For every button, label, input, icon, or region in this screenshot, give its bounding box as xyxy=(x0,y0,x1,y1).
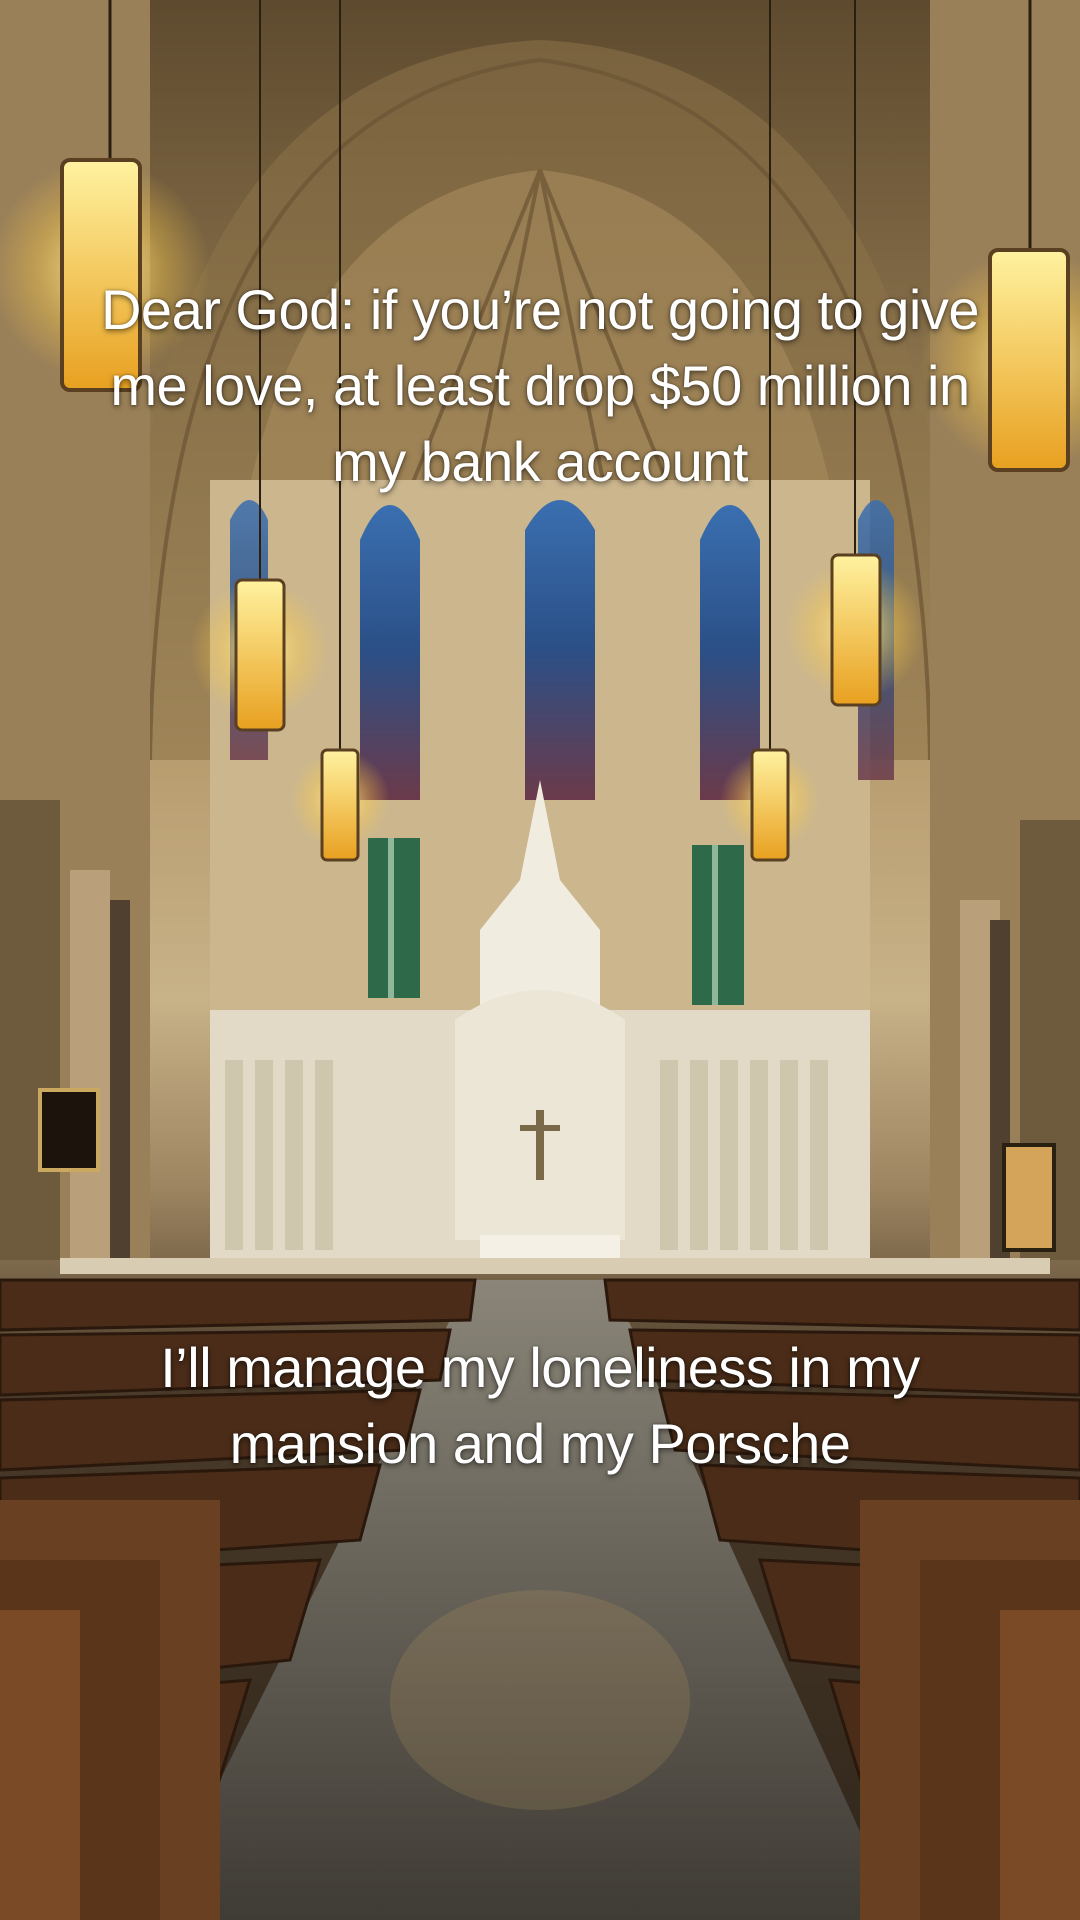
top-caption: Dear God: if you’re not going to give me… xyxy=(100,278,980,493)
bottom-caption: I’ll manage my loneliness in my mansion … xyxy=(160,1336,920,1475)
photo-frame: Dear God: if you’re not going to give me… xyxy=(0,0,1080,1920)
